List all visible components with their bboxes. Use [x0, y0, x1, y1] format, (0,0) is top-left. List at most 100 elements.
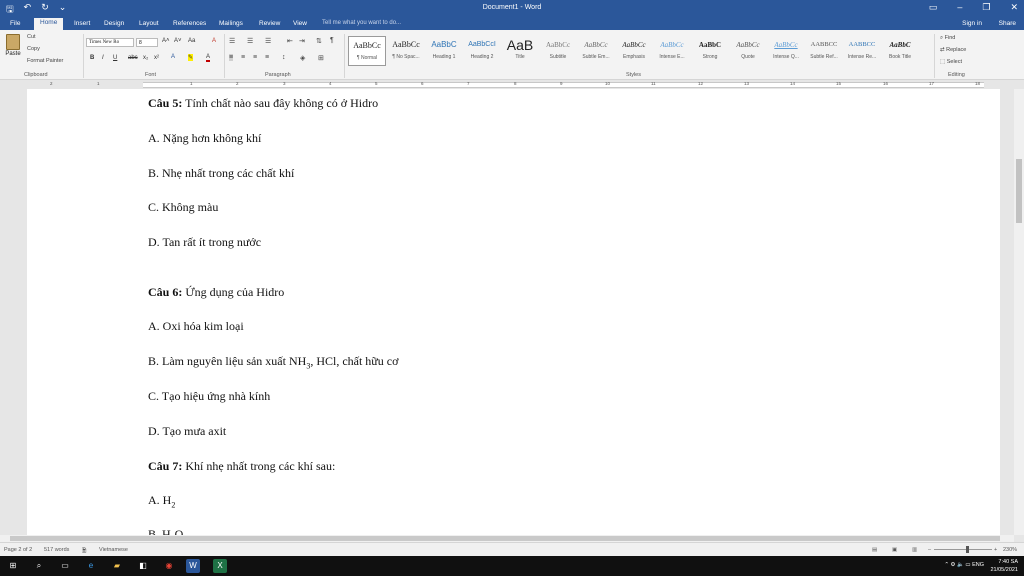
edge-icon[interactable]: e [84, 559, 98, 573]
style-normal[interactable]: AaBbCc ¶ Normal [348, 36, 386, 66]
strikethrough-button[interactable]: abc [128, 55, 138, 61]
share-button[interactable]: Share [999, 20, 1016, 27]
show-formatting-icon[interactable]: ¶ [330, 37, 334, 44]
tab-design[interactable]: Design [98, 19, 130, 28]
start-icon[interactable]: ⊞ [6, 559, 20, 573]
zoom-level[interactable]: 230% [1003, 547, 1017, 553]
cut-button[interactable]: Cut [27, 34, 36, 40]
style-no-spacing[interactable]: AaBbCc ¶ No Spac... [387, 36, 425, 66]
style-intense-reference[interactable]: AABBCC Intense Re... [843, 36, 881, 66]
italic-button[interactable]: I [102, 55, 104, 61]
read-mode-icon[interactable]: ▤ [872, 547, 877, 553]
language[interactable]: Vietnamese [99, 547, 128, 553]
search-icon[interactable]: ⌕ [32, 559, 46, 573]
increase-indent-icon[interactable]: ⇥ [299, 37, 305, 45]
word-count[interactable]: 517 words [44, 547, 69, 553]
tab-file[interactable]: File [4, 19, 26, 28]
align-center-icon[interactable]: ≡ [241, 54, 245, 61]
align-right-icon[interactable]: ≡ [253, 54, 257, 61]
format-painter-button[interactable]: Format Painter [27, 58, 63, 64]
style-subtle-reference[interactable]: AABBCC Subtle Ref... [805, 36, 843, 66]
tab-review[interactable]: Review [253, 19, 286, 28]
highlight-icon[interactable]: ✎ [188, 54, 194, 61]
style-subtle-emphasis[interactable]: AaBbCc Subtle Em... [577, 36, 615, 66]
doc-line[interactable]: D. Tan rất ít trong nước [148, 235, 261, 250]
copy-button[interactable]: Copy [27, 46, 40, 52]
font-color-icon[interactable]: A [206, 54, 211, 62]
page-count[interactable]: Page 2 of 2 [4, 547, 32, 553]
minimize-button[interactable]: – [957, 2, 962, 13]
tab-layout[interactable]: Layout [133, 19, 165, 28]
decrease-indent-icon[interactable]: ⇤ [287, 37, 293, 45]
font-size-box[interactable]: 8 [136, 38, 158, 47]
tab-insert[interactable]: Insert [68, 19, 96, 28]
style-intense-quote[interactable]: AaBbCc Intense Q... [767, 36, 805, 66]
text-effects-icon[interactable]: A [171, 54, 175, 60]
document-area[interactable]: Câu 5: Tính chất nào sau đây không có ở … [0, 89, 1014, 535]
paste-button[interactable]: Paste [4, 34, 22, 57]
style-subtitle[interactable]: AaBbCc Subtitle [539, 36, 577, 66]
doc-line[interactable]: Câu 5: Tính chất nào sau đây không có ở … [148, 96, 378, 111]
tab-view[interactable]: View [287, 19, 313, 28]
style-strong[interactable]: AaBbC Strong [691, 36, 729, 66]
sort-icon[interactable]: ⇅ [316, 37, 322, 45]
chrome-icon[interactable]: ◉ [162, 559, 176, 573]
underline-button[interactable]: U [113, 55, 117, 61]
web-layout-icon[interactable]: ▥ [912, 547, 917, 553]
document-page[interactable]: Câu 5: Tính chất nào sau đây không có ở … [27, 89, 1000, 535]
style-title[interactable]: AaB Title [501, 36, 539, 66]
borders-icon[interactable]: ⊞ [318, 54, 324, 62]
shrink-font-button[interactable]: A˅ [174, 38, 182, 44]
word-taskbar-icon[interactable]: W [186, 559, 200, 573]
style-heading-2[interactable]: AaBbCcI Heading 2 [463, 36, 501, 66]
bullets-icon[interactable]: ☰ [229, 37, 235, 45]
doc-line[interactable]: B. H2O [148, 527, 183, 535]
store-icon[interactable]: ◧ [136, 559, 150, 573]
scrollbar-thumb[interactable] [10, 536, 1000, 541]
task-view-icon[interactable]: ▭ [58, 559, 72, 573]
clear-formatting-button[interactable]: A [212, 38, 216, 44]
system-tray[interactable]: ⌃ ⚙ 🔈 ▭ ENG [944, 562, 984, 568]
style-emphasis[interactable]: AaBbCc Emphasis [615, 36, 653, 66]
subscript-button[interactable]: x₂ [143, 55, 148, 61]
doc-line[interactable]: B. Làm nguyên liệu sản xuất NH3, HCl, ch… [148, 354, 398, 370]
multilevel-list-icon[interactable]: ☰ [265, 37, 271, 45]
align-left-icon[interactable]: ≡ [229, 54, 234, 61]
find-button[interactable]: ⌕ Find [940, 35, 955, 42]
print-layout-icon[interactable]: ▣ [892, 547, 897, 553]
doc-line[interactable]: Câu 7: Khí nhẹ nhất trong các khí sau: [148, 459, 335, 474]
doc-line[interactable]: D. Tạo mưa axit [148, 424, 226, 439]
horizontal-scrollbar[interactable] [0, 535, 1014, 542]
style-heading-1[interactable]: AaBbC Heading 1 [425, 36, 463, 66]
vertical-scrollbar[interactable] [1014, 89, 1024, 535]
style-intense-emphasis[interactable]: AaBbCc Intense E... [653, 36, 691, 66]
tab-references[interactable]: References [167, 19, 212, 28]
doc-line[interactable]: C. Tạo hiệu ứng nhà kính [148, 389, 270, 404]
scrollbar-thumb[interactable] [1016, 159, 1022, 223]
zoom-out-icon[interactable]: – [928, 547, 931, 553]
horizontal-ruler[interactable]: 2 1 1 2 3 4 5 6 7 8 9 10 11 12 13 14 15 … [0, 80, 1024, 89]
grow-font-button[interactable]: A˄ [162, 38, 170, 44]
replace-button[interactable]: ⇄ Replace [940, 47, 966, 53]
line-spacing-icon[interactable]: ↕ [282, 54, 286, 61]
zoom-slider-thumb[interactable] [966, 546, 969, 553]
doc-line[interactable]: C. Không màu [148, 200, 218, 215]
tell-me-search[interactable]: Tell me what you want to do... [322, 20, 401, 26]
shading-icon[interactable]: ◈ [300, 54, 305, 62]
style-book-title[interactable]: AaBbC Book Title [881, 36, 919, 66]
doc-line[interactable]: A. Nặng hơn không khí [148, 131, 261, 146]
select-button[interactable]: ⬚ Select [940, 59, 962, 65]
clock[interactable]: 7:40 SA 21/05/2021 [990, 558, 1018, 574]
doc-line[interactable]: A. H2 [148, 493, 175, 509]
tab-home[interactable]: Home [34, 18, 64, 30]
ribbon-display-options-icon[interactable]: ▭ [929, 2, 938, 13]
close-button[interactable]: ✕ [1010, 2, 1018, 13]
zoom-slider[interactable] [934, 549, 992, 550]
restore-button[interactable]: ❐ [982, 2, 990, 13]
file-explorer-icon[interactable]: ▰ [110, 559, 124, 573]
justify-icon[interactable]: ≡ [265, 54, 269, 61]
doc-line[interactable]: B. Nhẹ nhất trong các chất khí [148, 166, 294, 181]
numbering-icon[interactable]: ☰ [247, 37, 253, 45]
font-name-box[interactable]: Times New Ro [86, 38, 134, 47]
proofing-icon[interactable]: 🗎 [82, 547, 86, 556]
